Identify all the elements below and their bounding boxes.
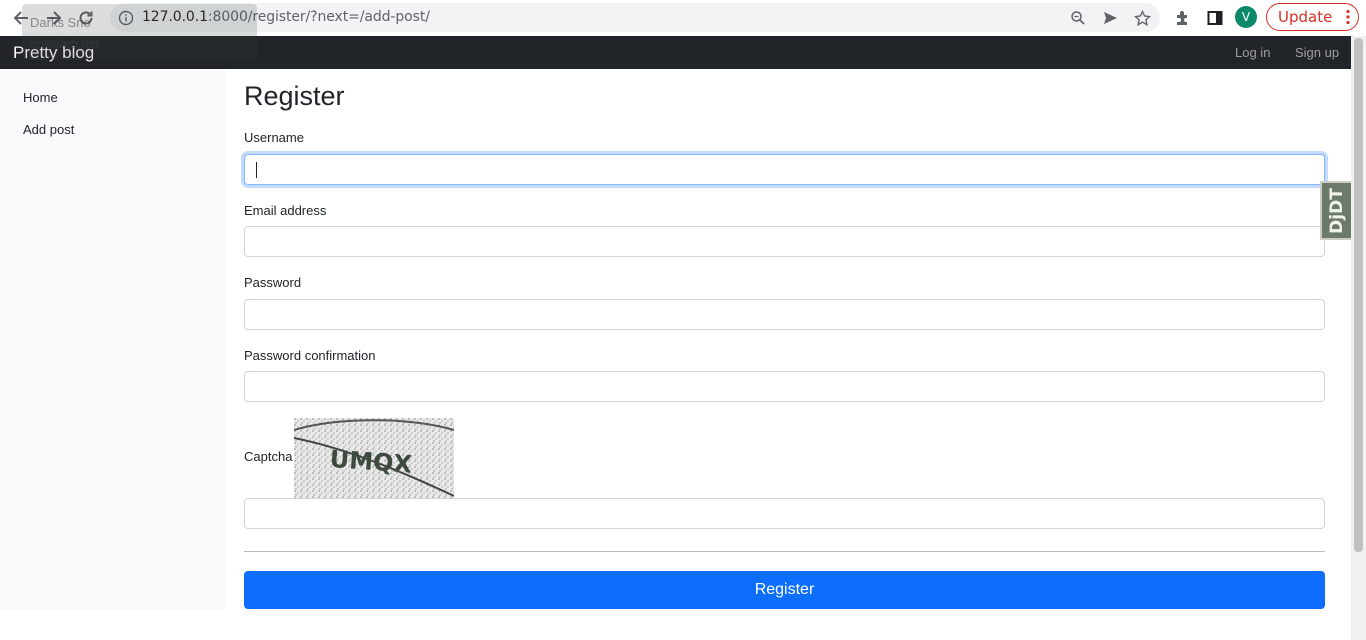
captcha-image: UMQX xyxy=(294,418,454,498)
signup-link[interactable]: Sign up xyxy=(1295,45,1339,60)
captcha-glyphs: UMQX xyxy=(329,445,414,479)
tooltip-line-1: Darks Sno xyxy=(30,15,91,30)
scrollbar[interactable] xyxy=(1351,36,1366,640)
djdt-label: DjDT xyxy=(1326,187,1347,234)
sidebar-item-add-post[interactable]: Add post xyxy=(23,122,74,137)
text-caret xyxy=(256,162,257,178)
send-icon[interactable] xyxy=(1100,8,1120,28)
password-label: Password xyxy=(244,275,302,290)
sidebar: Home Add post xyxy=(0,69,225,609)
djdt-handle[interactable]: DjDT xyxy=(1320,181,1351,240)
more-icon xyxy=(1346,9,1350,25)
login-link[interactable]: Log in xyxy=(1235,45,1270,60)
email-label: Email address xyxy=(244,203,327,218)
address-bar[interactable]: 127.0.0.1:8000/register/?next=/add-post/ xyxy=(110,3,1160,32)
email-input[interactable] xyxy=(244,226,1325,257)
update-button[interactable]: Update xyxy=(1266,3,1359,31)
captcha-label: Captcha xyxy=(244,449,293,464)
username-input[interactable] xyxy=(244,154,1325,185)
page-title: Register xyxy=(244,81,345,111)
profile-avatar[interactable]: V xyxy=(1235,6,1257,28)
username-label: Username xyxy=(244,130,304,145)
register-button[interactable]: Register xyxy=(244,571,1325,609)
bookmark-star-icon[interactable] xyxy=(1132,8,1152,28)
zoom-icon[interactable] xyxy=(1068,8,1088,28)
ghost-tooltip: Darks Sno ankiweb.net xyxy=(22,4,257,60)
sidebar-item-home[interactable]: Home xyxy=(23,90,58,105)
side-panel-icon[interactable] xyxy=(1203,6,1227,30)
tooltip-line-2: ankiweb.net xyxy=(30,36,100,51)
extensions-icon[interactable] xyxy=(1171,6,1195,30)
form-divider xyxy=(244,551,1325,552)
password-input[interactable] xyxy=(244,299,1325,330)
password-confirm-label: Password confirmation xyxy=(244,348,376,363)
password-confirm-input[interactable] xyxy=(244,371,1325,402)
scrollbar-thumb[interactable] xyxy=(1354,38,1363,552)
update-label: Update xyxy=(1278,8,1333,26)
captcha-input[interactable] xyxy=(244,498,1325,529)
